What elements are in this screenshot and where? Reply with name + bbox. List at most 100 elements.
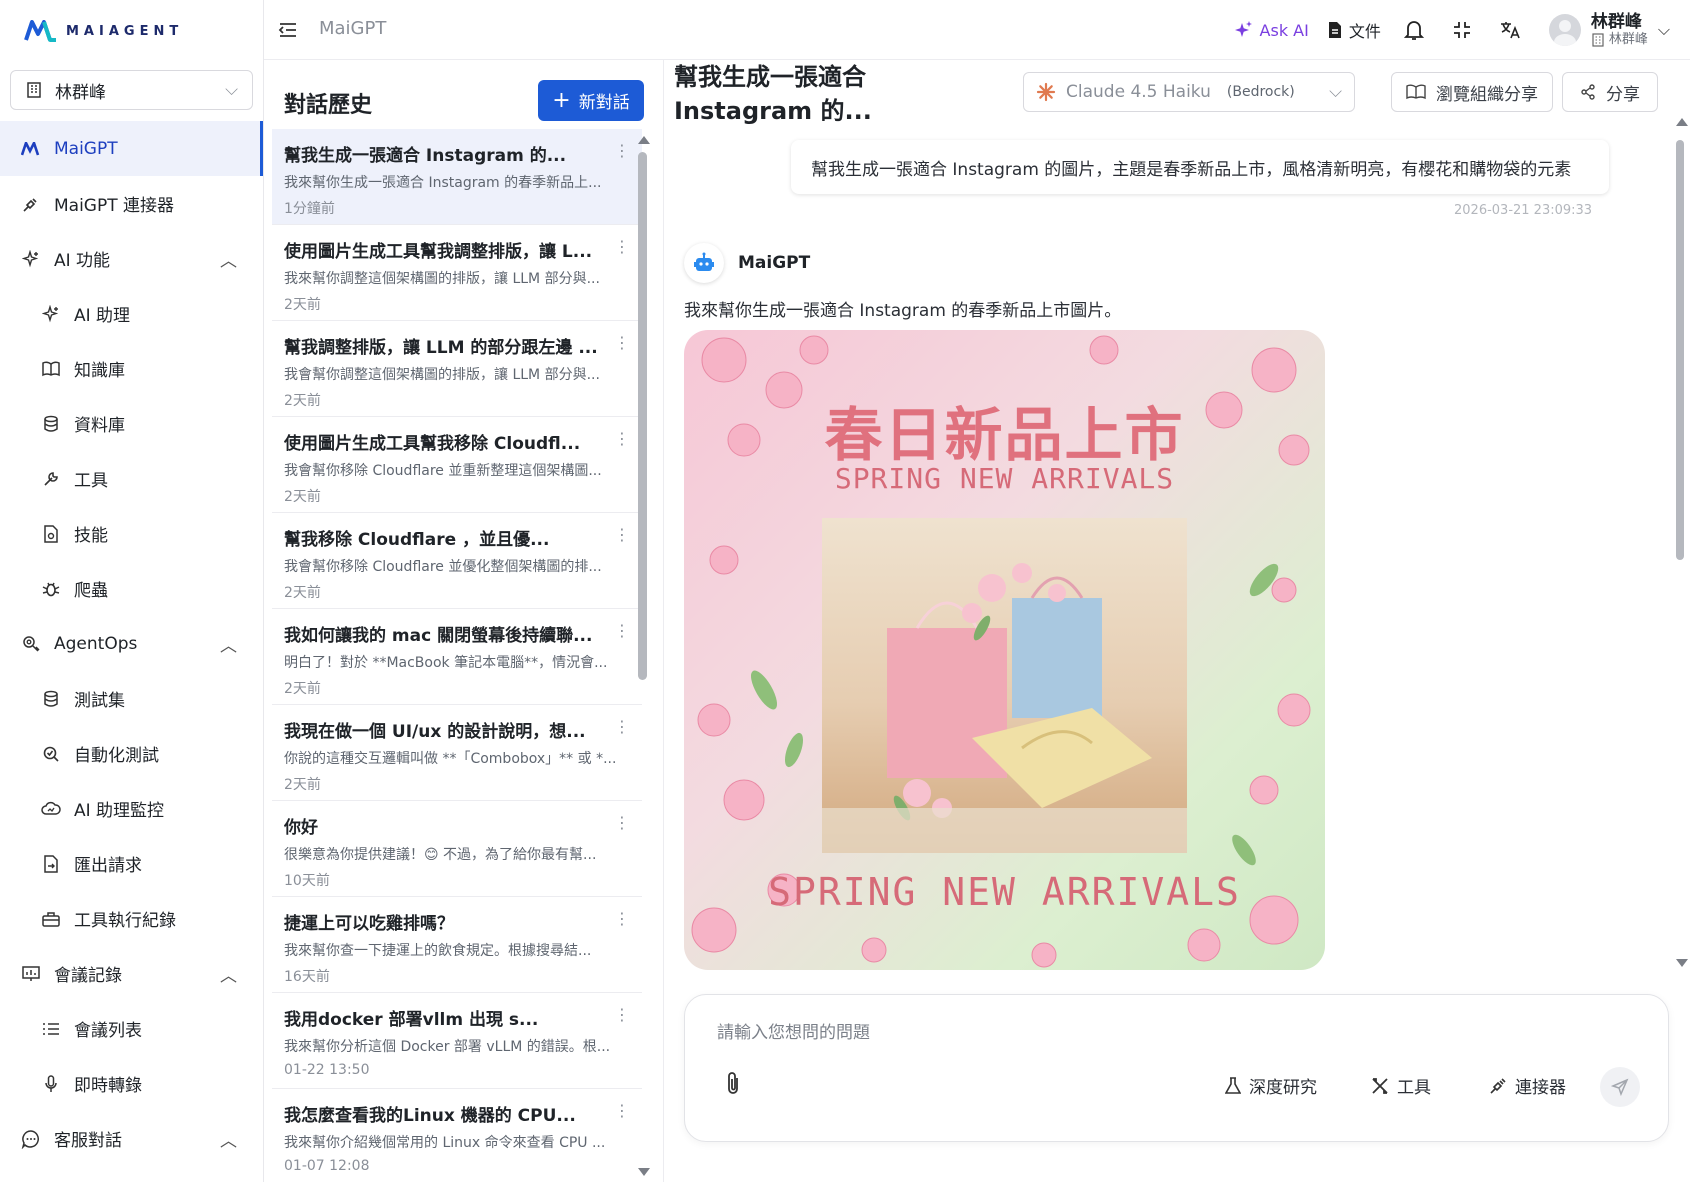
history-item-title: 你好 bbox=[284, 818, 318, 838]
user-message: 幫我生成一張適合 Instagram 的圖片，主題是春季新品上市，風格清新明亮，… bbox=[791, 140, 1609, 194]
message-input[interactable] bbox=[717, 1023, 1517, 1043]
sidebar-item-skills[interactable]: 技能 bbox=[0, 506, 263, 561]
more-vertical-icon[interactable]: ⋮ bbox=[614, 1103, 630, 1119]
sidebar-item-tool-execution-log[interactable]: 工具執行紀錄 bbox=[0, 891, 263, 946]
history-item[interactable]: 我用docker 部署vllm 出現 s... 我來幫你分析這個 Docker … bbox=[272, 993, 642, 1089]
sidebar-item-maigpt-connector[interactable]: MaiGPT 連接器 bbox=[0, 176, 263, 231]
more-vertical-icon[interactable]: ⋮ bbox=[614, 623, 630, 639]
sidebar-group-agentops[interactable]: AgentOps ︿ bbox=[0, 616, 263, 671]
sidebar-item-export-requests[interactable]: 匯出請求 bbox=[0, 836, 263, 891]
sidebar-item-label: AI 助理 bbox=[74, 306, 131, 326]
history-item-title: 我用docker 部署vllm 出現 s... bbox=[284, 1010, 539, 1030]
scroll-down-arrow[interactable] bbox=[638, 1168, 650, 1176]
sidebar-item-meeting-list[interactable]: 會議列表 bbox=[0, 1001, 263, 1056]
ask-ai-button[interactable]: Ask AI bbox=[1234, 20, 1309, 40]
history-item-time: 2天前 bbox=[284, 585, 321, 601]
more-vertical-icon[interactable]: ⋮ bbox=[614, 143, 630, 159]
sidebar-group-meeting-notes[interactable]: 會議記錄 ︿ bbox=[0, 946, 263, 1001]
history-item-title: 我怎麼查看我的Linux 機器的 CPU... bbox=[284, 1106, 576, 1126]
history-item[interactable]: 幫我調整排版，讓 LLM 的部分跟左邊 ... 我會幫你調整這個架構圖的排版，讓… bbox=[272, 321, 642, 417]
history-scrollbar[interactable] bbox=[638, 152, 647, 680]
connectors-button[interactable]: 連接器 bbox=[1489, 1073, 1566, 1098]
file-export-icon bbox=[40, 853, 62, 875]
sidebar-item-ai-assistant[interactable]: AI 助理 bbox=[0, 286, 263, 341]
model-select[interactable]: Claude 4.5 Haiku (Bedrock) ⌵ bbox=[1023, 72, 1355, 112]
tools-button[interactable]: 工具 bbox=[1371, 1073, 1431, 1098]
translate-icon[interactable] bbox=[1495, 15, 1525, 45]
history-item-time: 1分鐘前 bbox=[284, 201, 335, 217]
sidebar-item-test-sets[interactable]: 測試集 bbox=[0, 671, 263, 726]
chat-scrollbar[interactable] bbox=[1676, 140, 1684, 560]
more-vertical-icon[interactable]: ⋮ bbox=[614, 719, 630, 735]
scroll-up-arrow[interactable] bbox=[1676, 118, 1688, 126]
sidebar-item-tools[interactable]: 工具 bbox=[0, 451, 263, 506]
send-button[interactable] bbox=[1600, 1067, 1640, 1107]
scroll-down-arrow[interactable] bbox=[1676, 959, 1688, 967]
history-item-snippet: 很樂意為你提供建議！😊 不過，為了給你最有幫... bbox=[284, 847, 597, 863]
history-item[interactable]: 我現在做一個 UI/ux 的設計說明，想... 你說的這種交互邏輯叫做 **「C… bbox=[272, 705, 642, 801]
paperclip-icon[interactable] bbox=[721, 1071, 745, 1097]
app-root: MAIAGENT 林群峰 ⌵ MaiGPT MaiGPT 連接器 AI 功能 ︿… bbox=[0, 0, 1690, 1182]
cloud-monitor-icon bbox=[40, 798, 62, 820]
history-item[interactable]: 你好 很樂意為你提供建議！😊 不過，為了給你最有幫... 10天前 ⋮ bbox=[272, 801, 642, 897]
database-icon bbox=[40, 688, 62, 710]
deep-research-button[interactable]: 深度研究 bbox=[1225, 1073, 1317, 1098]
history-item-title: 使用圖片生成工具幫我移除 Cloudfl... bbox=[284, 434, 581, 454]
history-item-time: 2天前 bbox=[284, 297, 321, 313]
sidebar-toggle-icon[interactable] bbox=[276, 18, 300, 42]
history-item[interactable]: 我如何讓我的 mac 關閉螢幕後持續聯... 明白了！對於 **MacBook … bbox=[272, 609, 642, 705]
sidebar-item-label: 匯出請求 bbox=[74, 856, 142, 876]
brand-logo[interactable]: MAIAGENT bbox=[24, 18, 183, 44]
sidebar-item-knowledge-base[interactable]: 知識庫 bbox=[0, 341, 263, 396]
history-item-time: 2天前 bbox=[284, 489, 321, 505]
sidebar-item-crawler[interactable]: 爬蟲 bbox=[0, 561, 263, 616]
mic-icon bbox=[40, 1073, 62, 1095]
docs-button[interactable]: 文件 bbox=[1327, 18, 1381, 42]
sidebar-group-customer-chat[interactable]: 客服對話 ︿ bbox=[0, 1111, 263, 1166]
user-menu[interactable]: 林群峰 林群峰 ⌵ bbox=[1548, 12, 1670, 48]
history-item[interactable]: 使用圖片生成工具幫我調整排版，讓 L... 我來幫你調整這個架構圖的排版，讓 L… bbox=[272, 225, 642, 321]
breadcrumb: MaiGPT bbox=[319, 18, 387, 39]
browse-org-shares-label: 瀏覽組織分享 bbox=[1436, 84, 1538, 105]
share-label: 分享 bbox=[1606, 84, 1640, 105]
sidebar-item-auto-test[interactable]: 自動化測試 bbox=[0, 726, 263, 781]
more-vertical-icon[interactable]: ⋮ bbox=[614, 527, 630, 543]
chat-main: 幫我生成一張適合 Instagram 的... Claude 4.5 Haiku… bbox=[664, 60, 1690, 1182]
more-vertical-icon[interactable]: ⋮ bbox=[614, 1007, 630, 1023]
more-vertical-icon[interactable]: ⋮ bbox=[614, 431, 630, 447]
history-item[interactable]: 捷運上可以吃雞排嗎？ 我來幫你查一下捷運上的飲食規定。根據搜尋結... 16天前… bbox=[272, 897, 642, 993]
sidebar-item-database[interactable]: 資料庫 bbox=[0, 396, 263, 451]
history-item[interactable]: 使用圖片生成工具幫我移除 Cloudfl... 我會幫你移除 Cloudflar… bbox=[272, 417, 642, 513]
sidebar-item-assistant-monitor[interactable]: AI 助理監控 bbox=[0, 781, 263, 836]
browse-org-shares-button[interactable]: 瀏覽組織分享 bbox=[1391, 72, 1553, 112]
history-item-snippet: 我來幫你生成一張適合 Instagram 的春季新品上... bbox=[284, 175, 602, 191]
document-icon bbox=[1328, 22, 1341, 38]
sidebar-item-live-transcription[interactable]: 即時轉錄 bbox=[0, 1056, 263, 1111]
shopping-bags-photo bbox=[822, 518, 1187, 853]
share-button[interactable]: 分享 bbox=[1562, 72, 1658, 112]
chevron-up-icon: ︿ bbox=[220, 251, 237, 271]
sidebar-group-ai-features[interactable]: AI 功能 ︿ bbox=[0, 231, 263, 286]
generated-image[interactable]: 春日新品上市 SPRING NEW ARRIVALS SPRING NEW AR… bbox=[684, 330, 1325, 970]
user-org-name: 林群峰 bbox=[1608, 32, 1648, 48]
more-vertical-icon[interactable]: ⋮ bbox=[614, 911, 630, 927]
send-icon bbox=[1611, 1078, 1629, 1096]
assistant-header: MaiGPT bbox=[684, 243, 810, 283]
more-vertical-icon[interactable]: ⋮ bbox=[614, 335, 630, 351]
sparkle-icon bbox=[40, 303, 62, 325]
sidebar-item-label: AI 助理監控 bbox=[74, 801, 165, 821]
more-vertical-icon[interactable]: ⋮ bbox=[614, 239, 630, 255]
bell-icon[interactable] bbox=[1399, 15, 1429, 45]
fullscreen-icon[interactable] bbox=[1447, 15, 1477, 45]
new-chat-button[interactable]: + 新對話 bbox=[538, 80, 644, 121]
avatar bbox=[1548, 13, 1581, 46]
history-item[interactable]: 幫我生成一張適合 Instagram 的... 我來幫你生成一張適合 Insta… bbox=[272, 129, 642, 225]
history-item[interactable]: 我怎麼查看我的Linux 機器的 CPU... 我來幫你介紹幾個常用的 Linu… bbox=[272, 1089, 642, 1182]
chevron-up-icon: ︿ bbox=[220, 966, 237, 986]
sidebar-item-label: 會議列表 bbox=[74, 1021, 142, 1041]
sidebar-item-maigpt[interactable]: MaiGPT bbox=[0, 121, 263, 176]
more-vertical-icon[interactable]: ⋮ bbox=[614, 815, 630, 831]
organization-select[interactable]: 林群峰 ⌵ bbox=[10, 70, 253, 110]
scroll-up-arrow[interactable] bbox=[638, 136, 650, 144]
history-item[interactable]: 幫我移除 Cloudflare ，並且優... 我會幫你移除 Cloudflar… bbox=[272, 513, 642, 609]
